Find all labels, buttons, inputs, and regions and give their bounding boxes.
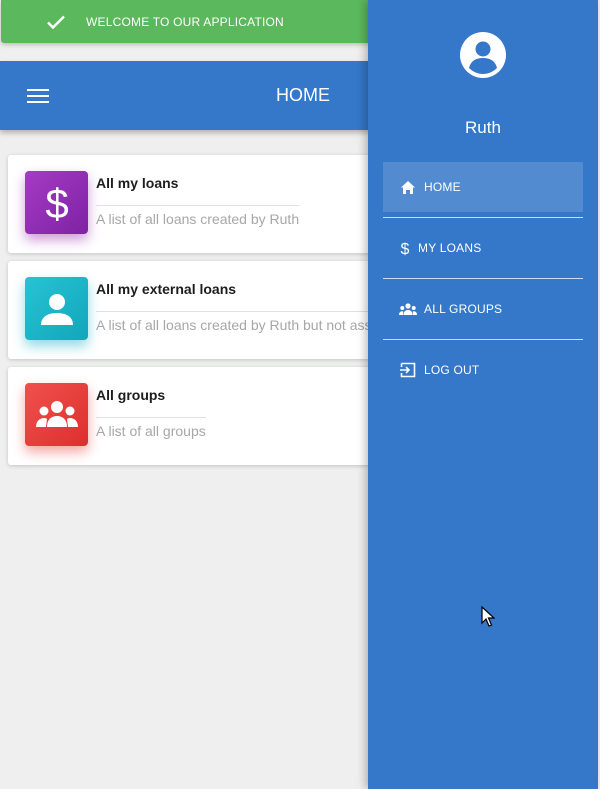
card-title: All groups [96, 387, 166, 403]
drawer-item-log-out[interactable]: LOG OUT [383, 345, 583, 395]
drawer-item-label: ALL GROUPS [424, 302, 503, 316]
drawer-item-all-groups[interactable]: ALL GROUPS [383, 284, 583, 334]
card-description: A list of all loans created by Ruth but … [96, 317, 370, 333]
dollar-icon: $ [399, 239, 411, 257]
card-description: A list of all groups [96, 423, 206, 439]
svg-text:$: $ [401, 241, 410, 256]
card-my-loans[interactable]: $ All my loans A list of all loans creat… [8, 155, 370, 253]
drawer-divider [383, 278, 583, 279]
groups-icon [25, 383, 88, 446]
drawer-item-my-loans[interactable]: $ MY LOANS [383, 223, 583, 273]
mouse-cursor-icon [481, 605, 496, 628]
dollar-icon: $ [25, 171, 88, 234]
drawer-user-name: Ruth [465, 118, 501, 137]
card-divider [96, 311, 370, 312]
drawer-item-label: HOME [424, 180, 461, 194]
drawer-divider [383, 217, 583, 218]
svg-text:$: $ [45, 181, 68, 225]
welcome-snackbar: WELCOME TO OUR APPLICATION [1, 0, 371, 43]
home-icon [399, 178, 417, 196]
card-title: All my loans [96, 175, 179, 191]
snackbar-message: WELCOME TO OUR APPLICATION [86, 14, 284, 29]
card-title: All my external loans [96, 281, 237, 297]
account-circle-icon [459, 31, 507, 79]
drawer-item-home[interactable]: HOME [383, 162, 583, 212]
card-divider [96, 205, 299, 206]
card-divider [96, 417, 206, 418]
groups-icon [398, 300, 418, 318]
drawer-divider [383, 339, 583, 340]
drawer-item-label: MY LOANS [418, 241, 482, 255]
page-title: HOME [276, 85, 330, 105]
person-icon [25, 277, 88, 340]
logout-icon [399, 361, 417, 379]
drawer-item-label: LOG OUT [424, 363, 480, 377]
navigation-drawer: Ruth HOME $ MY LOANS ALL GROUPS LOG OUT [368, 0, 598, 789]
card-description: A list of all loans created by Ruth [96, 211, 300, 227]
top-app-bar: HOME [0, 61, 370, 130]
card-all-groups[interactable]: All groups A list of all groups [8, 367, 370, 465]
card-external-loans[interactable]: All my external loans A list of all loan… [8, 261, 370, 359]
check-icon [45, 11, 67, 33]
menu-icon[interactable] [26, 85, 50, 107]
